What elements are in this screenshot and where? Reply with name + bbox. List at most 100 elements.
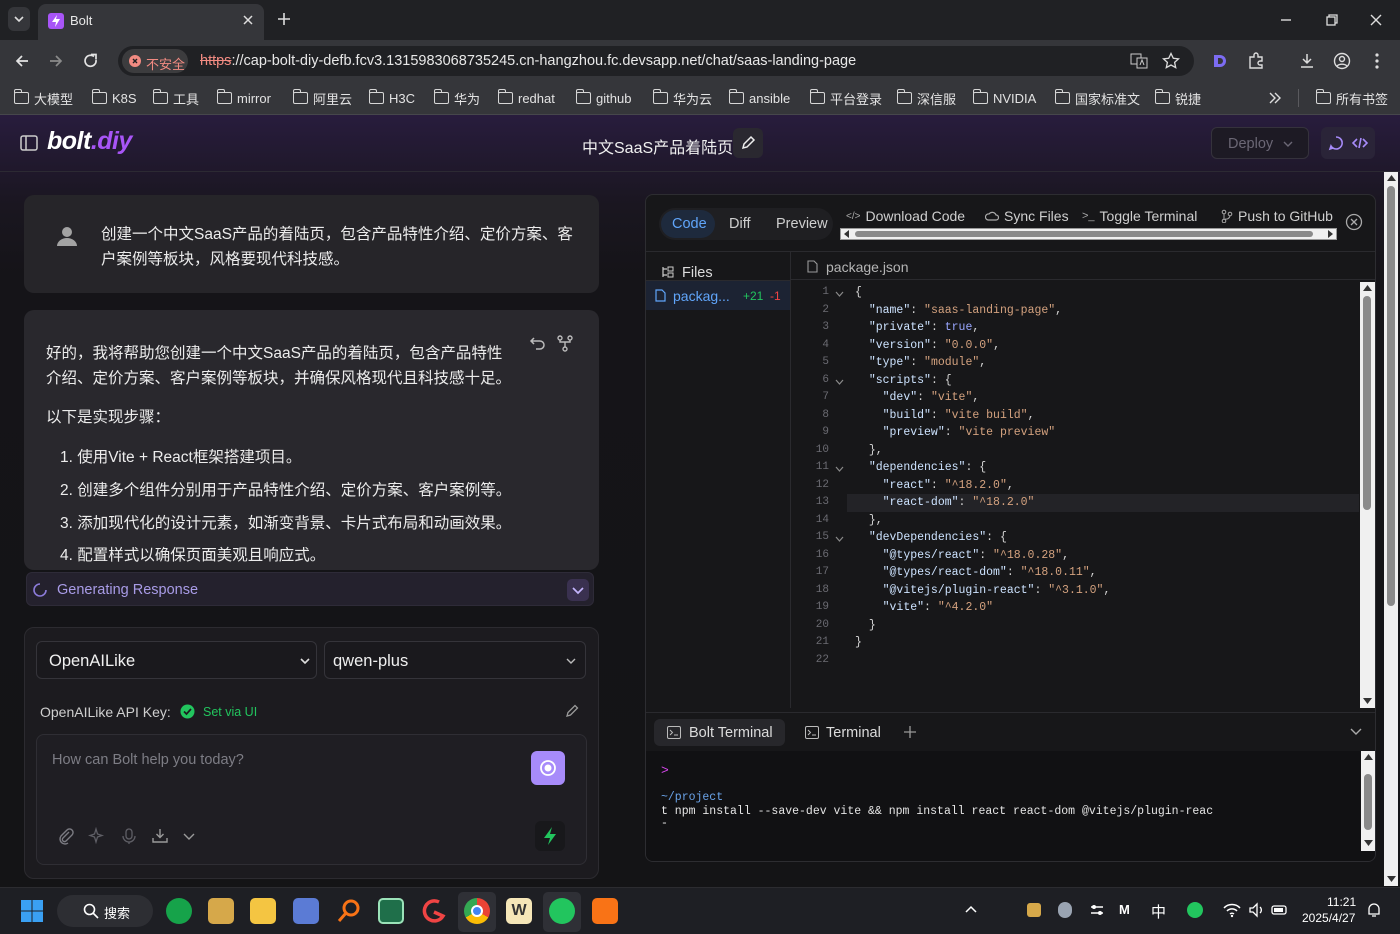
chat-view-icon[interactable] xyxy=(1327,134,1345,152)
app-w-icon[interactable]: W xyxy=(506,898,532,924)
fold-chevron-icon[interactable] xyxy=(835,378,844,386)
tab-close-icon[interactable] xyxy=(240,12,256,28)
expand-chevron-button[interactable] xyxy=(567,579,589,601)
toggle-terminal-button[interactable]: >_ Toggle Terminal xyxy=(1082,208,1197,224)
translate-icon[interactable] xyxy=(1130,52,1148,70)
terminal-tab-bolt[interactable]: Bolt Terminal xyxy=(654,719,785,746)
lightning-bolt-icon[interactable] xyxy=(535,821,565,851)
code-view-icon[interactable] xyxy=(1351,134,1369,152)
app-notes-icon[interactable] xyxy=(208,898,234,924)
bookmark-folder[interactable]: redhat xyxy=(497,89,555,107)
clock-date[interactable]: 2025/4/27 xyxy=(1302,911,1355,925)
add-terminal-icon[interactable] xyxy=(903,725,917,739)
profile-icon[interactable] xyxy=(1333,52,1351,70)
app-red-icon[interactable] xyxy=(421,898,447,924)
file-explorer-icon[interactable] xyxy=(250,898,276,924)
app-tools-icon[interactable] xyxy=(293,898,319,924)
clock-time[interactable]: 11:21 xyxy=(1327,895,1356,909)
bookmark-folder[interactable]: 阿里云 xyxy=(292,89,352,107)
push-github-button[interactable]: Push to GitHub xyxy=(1221,208,1333,224)
edit-title-button[interactable] xyxy=(733,128,763,158)
bookmark-folder[interactable]: 大模型 xyxy=(13,89,73,107)
scrollbar-thumb[interactable] xyxy=(855,231,1313,237)
address-bar[interactable]: 不安全 https://cap-bolt-diy-defb.fcv3.13159… xyxy=(118,46,1194,76)
prompt-textarea[interactable]: How can Bolt help you today? xyxy=(36,734,587,865)
bookmark-folder[interactable]: 国家标准文 xyxy=(1054,89,1140,107)
tab-code[interactable]: Code xyxy=(661,210,715,238)
app-terminal-icon[interactable] xyxy=(378,898,404,924)
page-scrollbar[interactable] xyxy=(1384,172,1398,886)
tab-diff[interactable]: Diff xyxy=(729,216,751,232)
fork-icon[interactable] xyxy=(556,334,574,352)
browser-menu-icon[interactable] xyxy=(1370,52,1384,70)
terminal-scrollbar[interactable] xyxy=(1361,751,1375,851)
scroll-down-icon[interactable] xyxy=(1364,839,1373,847)
bolt-logo[interactable]: bolt.diy xyxy=(47,127,132,156)
code-editor[interactable]: package.json 1 {2 "name": "saas-landing-p… xyxy=(791,251,1375,708)
tray-mail-icon[interactable]: M xyxy=(1119,902,1130,917)
window-restore-button[interactable] xyxy=(1322,10,1342,30)
scroll-down-icon[interactable] xyxy=(1387,875,1396,883)
import-icon[interactable] xyxy=(151,827,169,845)
chrome-icon[interactable] xyxy=(464,898,490,924)
edit-api-key-icon[interactable] xyxy=(564,703,580,719)
app-green-icon[interactable] xyxy=(166,898,192,924)
bookmark-folder[interactable]: NVIDIA xyxy=(972,89,1036,107)
bookmarks-overflow-icon[interactable] xyxy=(1268,90,1282,106)
browser-tab[interactable]: Bolt xyxy=(38,4,264,40)
deploy-button[interactable]: Deploy xyxy=(1211,127,1309,159)
extensions-puzzle-icon[interactable] xyxy=(1247,52,1265,70)
bookmark-folder[interactable]: 华为云 xyxy=(652,89,712,107)
download-icon[interactable] xyxy=(1298,52,1316,70)
security-chip[interactable]: 不安全 xyxy=(122,49,188,73)
tab-preview[interactable]: Preview xyxy=(776,216,828,232)
reload-icon[interactable] xyxy=(81,51,101,71)
extension-d-icon[interactable] xyxy=(1211,52,1229,70)
download-code-button[interactable]: </> Download Code xyxy=(846,208,965,224)
bookmark-folder[interactable]: mirror xyxy=(216,89,271,107)
tray-overflow-icon[interactable] xyxy=(964,904,978,914)
wifi-icon[interactable] xyxy=(1223,902,1241,918)
scroll-up-icon[interactable] xyxy=(1363,284,1372,292)
bookmark-folder[interactable]: ansible xyxy=(728,89,790,107)
terminal-output[interactable]: > ~/project t npm install --save-dev vit… xyxy=(646,751,1375,861)
scrollbar-thumb[interactable] xyxy=(1364,774,1372,830)
tray-green-icon[interactable] xyxy=(1187,902,1203,918)
stop-generation-button[interactable] xyxy=(531,751,565,785)
provider-select[interactable]: OpenAILike xyxy=(36,641,317,679)
chevron-down-icon[interactable] xyxy=(182,829,196,843)
search-app-icon[interactable] xyxy=(336,898,362,924)
new-tab-button[interactable] xyxy=(274,9,294,29)
close-workbench-icon[interactable] xyxy=(1345,213,1363,231)
sync-files-button[interactable]: Sync Files xyxy=(985,208,1069,224)
bookmark-star-icon[interactable] xyxy=(1162,52,1180,70)
scroll-left-icon[interactable] xyxy=(843,230,851,238)
wechat-icon[interactable] xyxy=(549,898,575,924)
attach-paperclip-icon[interactable] xyxy=(57,827,75,845)
tab-search-button[interactable] xyxy=(8,7,30,31)
vertical-scrollbar[interactable] xyxy=(1360,282,1375,708)
bookmark-folder[interactable]: H3C xyxy=(368,89,415,107)
microphone-icon[interactable] xyxy=(120,827,138,845)
collapse-terminal-icon[interactable] xyxy=(1349,726,1363,738)
volume-icon[interactable] xyxy=(1248,902,1266,918)
model-select[interactable]: qwen-plus xyxy=(324,641,586,679)
notification-bell-icon[interactable] xyxy=(1366,902,1382,918)
fold-chevron-icon[interactable] xyxy=(835,535,844,543)
scrollbar-thumb[interactable] xyxy=(1387,186,1395,606)
scroll-up-icon[interactable] xyxy=(1387,174,1396,182)
window-minimize-button[interactable] xyxy=(1276,10,1296,30)
bookmark-folder[interactable]: K8S xyxy=(91,89,137,107)
revert-icon[interactable] xyxy=(529,334,547,352)
back-arrow-icon[interactable] xyxy=(12,51,32,71)
fold-chevron-icon[interactable] xyxy=(835,465,844,473)
bookmark-folder[interactable]: 华为 xyxy=(433,89,480,107)
bookmark-folder[interactable]: github xyxy=(575,89,631,107)
taskbar-search[interactable]: 搜索 xyxy=(57,895,153,927)
all-bookmarks-folder[interactable]: 所有书签 xyxy=(1315,89,1388,107)
generating-response-bar[interactable]: Generating Response xyxy=(26,572,594,606)
tray-switch-icon[interactable] xyxy=(1089,902,1105,918)
ime-indicator[interactable]: 中 xyxy=(1151,901,1166,922)
windows-start-icon[interactable] xyxy=(20,899,44,923)
scroll-right-icon[interactable] xyxy=(1326,230,1334,238)
